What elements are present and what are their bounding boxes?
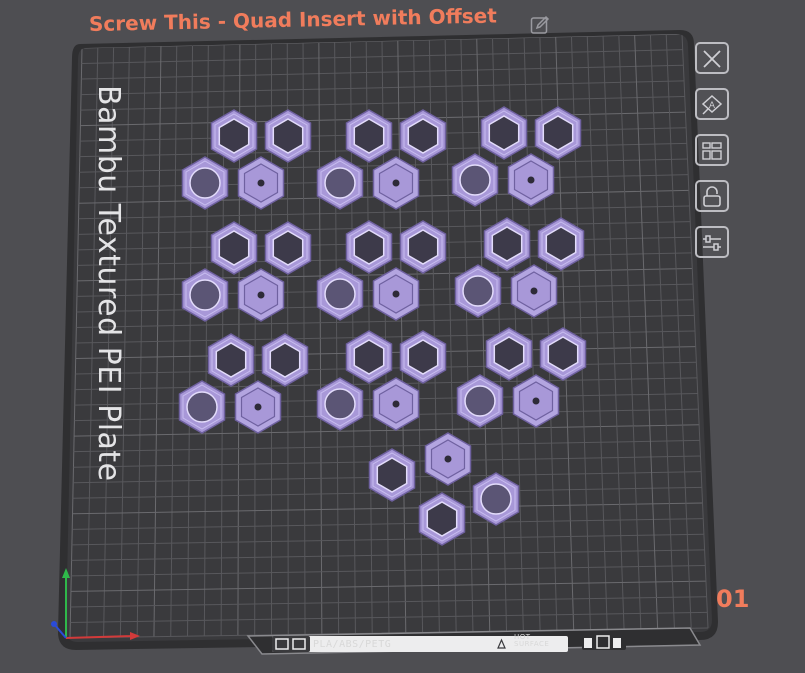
hot-surface-label: HOT SURFACE <box>514 634 549 648</box>
close-plate-button[interactable] <box>695 42 729 74</box>
arrange-button[interactable] <box>695 134 729 166</box>
edit-icon[interactable] <box>530 15 550 35</box>
lock-plate-button[interactable] <box>695 180 729 212</box>
plate-number: 01 <box>716 585 750 613</box>
3d-viewport[interactable]: Bambu Textured PEI Plate Screw This - Qu… <box>0 0 805 673</box>
svg-text:A: A <box>709 101 716 111</box>
arrange-icon <box>702 142 722 160</box>
plate-brand-text: Bambu Textured PEI Plate <box>91 85 126 482</box>
lock-icon <box>703 186 721 207</box>
plate-settings-button[interactable] <box>695 226 729 258</box>
plate-settings-icon <box>703 235 721 251</box>
auto-orient-icon: A <box>701 94 723 115</box>
plate-corner-icon <box>584 638 592 648</box>
filament-compat-label: PLA/ABS/PETG <box>313 639 392 650</box>
auto-orient-button[interactable]: A <box>695 88 729 120</box>
hot-surface-line2: SURFACE <box>514 640 550 648</box>
close-icon <box>703 50 721 68</box>
plate-corner-icon-3 <box>613 638 621 648</box>
